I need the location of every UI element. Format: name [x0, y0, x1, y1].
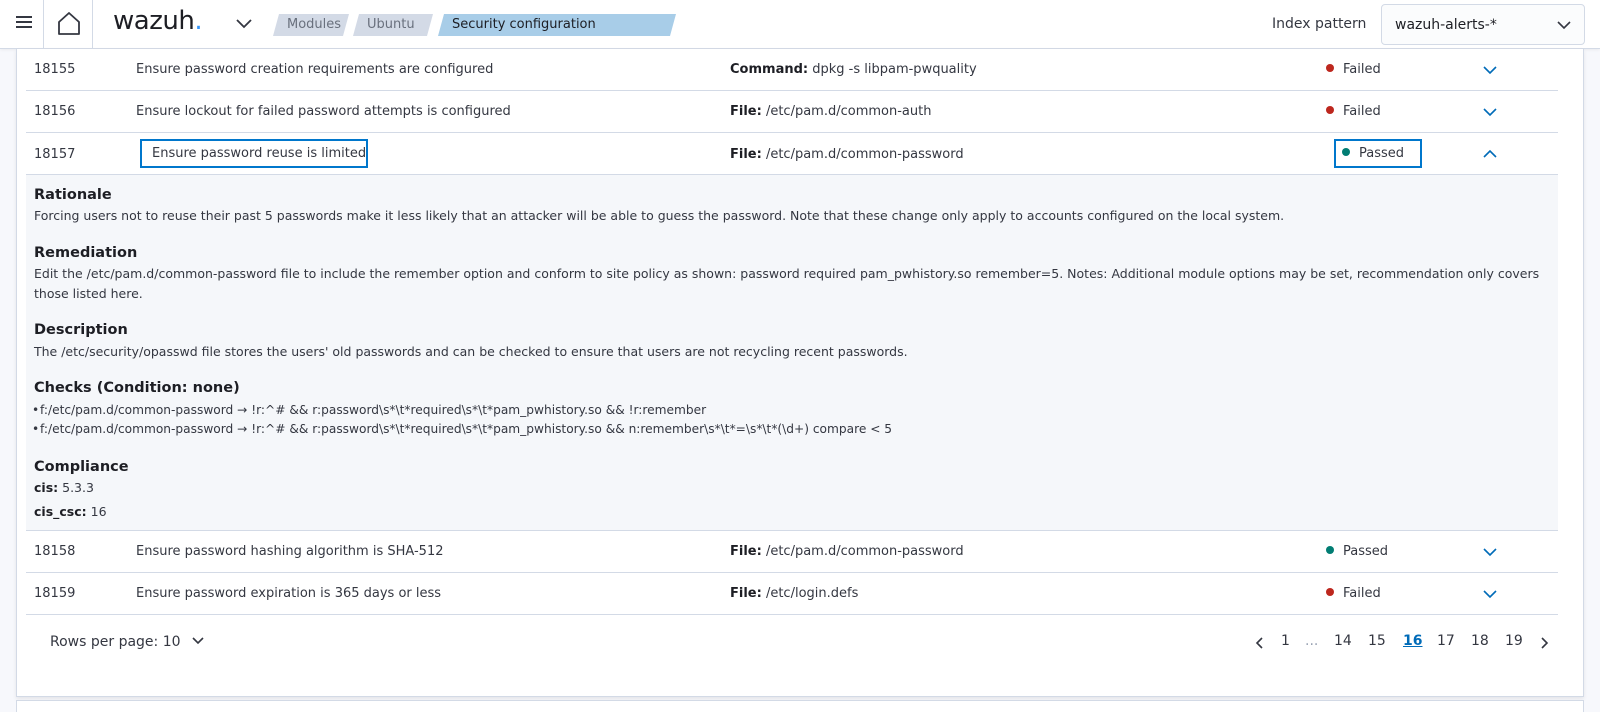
remediation-text-cont: those listed here. — [34, 286, 143, 301]
compliance-item: cis_csc: 16 — [34, 504, 107, 519]
status-dot — [1342, 148, 1350, 156]
check-title: Ensure password creation requirements ar… — [136, 62, 494, 77]
description-text: The /etc/security/opasswd file stores th… — [34, 344, 908, 359]
page-link[interactable]: 19 — [1505, 633, 1523, 649]
check-rule: f:/etc/pam.d/common-password → !r:^# && … — [32, 422, 892, 436]
compliance-heading: Compliance — [34, 459, 129, 475]
chevron-down-icon[interactable] — [1482, 546, 1498, 558]
chevron-down-icon[interactable] — [1482, 588, 1498, 600]
status-dot — [1326, 64, 1334, 72]
check-title: Ensure lockout for failed password attem… — [136, 104, 511, 119]
check-target: File: /etc/pam.d/common-auth — [730, 104, 932, 119]
table-row[interactable]: 18158 Ensure password hashing algorithm … — [26, 531, 1558, 573]
rationale-text: Forcing users not to reuse their past 5 … — [34, 208, 1285, 223]
remediation-heading: Remediation — [34, 245, 138, 261]
page-link[interactable]: 15 — [1368, 633, 1386, 649]
status-dot — [1326, 588, 1334, 596]
status-badge: Failed — [1326, 586, 1381, 601]
status-badge: Passed — [1334, 139, 1422, 168]
header-divider — [92, 0, 93, 49]
rows-per-page-select[interactable]: Rows per page: 10 — [50, 634, 205, 650]
check-target: File: /etc/login.defs — [730, 586, 859, 601]
wazuh-logo[interactable]: wazuh. — [113, 6, 203, 36]
breadcrumb-modules[interactable]: Modules — [273, 14, 349, 36]
top-header: wazuh. Modules Ubuntu Security configura… — [0, 0, 1600, 49]
next-panel-edge — [16, 700, 1584, 712]
breadcrumb-sca: Security configuration assessment i — [438, 14, 676, 36]
check-id: 18157 — [34, 147, 76, 162]
check-id: 18155 — [34, 62, 76, 77]
description-heading: Description — [34, 322, 128, 338]
previous-page-icon[interactable] — [1254, 636, 1266, 650]
remediation-text: Edit the /etc/pam.d/common-password file… — [34, 266, 1540, 281]
chevron-down-icon[interactable] — [234, 16, 254, 32]
breadcrumb-ubuntu[interactable]: Ubuntu — [353, 14, 433, 36]
menu-icon[interactable] — [12, 13, 36, 35]
index-pattern-label: Index pattern — [1272, 16, 1367, 32]
check-details: Rationale Forcing users not to reuse the… — [26, 175, 1558, 531]
check-title: Ensure password reuse is limited — [140, 139, 368, 168]
check-target: File: /etc/pam.d/common-password — [730, 544, 964, 559]
status-dot — [1326, 546, 1334, 554]
page-link[interactable]: 18 — [1471, 633, 1489, 649]
chevron-down-icon — [192, 637, 204, 645]
check-id: 18158 — [34, 544, 76, 559]
page-ellipsis: ... — [1305, 633, 1319, 649]
chevron-up-icon[interactable] — [1482, 148, 1498, 160]
table-row[interactable]: 18155 Ensure password creation requireme… — [26, 49, 1558, 91]
page-link[interactable]: 1 — [1281, 633, 1290, 649]
chevron-down-icon — [1557, 21, 1571, 30]
status-badge: Failed — [1326, 104, 1381, 119]
check-title: Ensure password expiration is 365 days o… — [136, 586, 442, 601]
status-badge: Passed — [1326, 544, 1388, 559]
chevron-down-icon[interactable] — [1482, 64, 1498, 76]
index-pattern-value: wazuh-alerts-* — [1395, 17, 1497, 33]
page-link[interactable]: 14 — [1334, 633, 1352, 649]
check-rule: f:/etc/pam.d/common-password → !r:^# && … — [32, 403, 706, 417]
header-divider — [43, 0, 44, 49]
page-link[interactable]: 17 — [1437, 633, 1455, 649]
check-id: 18159 — [34, 586, 76, 601]
check-title: Ensure password hashing algorithm is SHA… — [136, 544, 444, 559]
rationale-heading: Rationale — [34, 187, 112, 203]
status-dot — [1326, 106, 1334, 114]
compliance-item: cis: 5.3.3 — [34, 480, 94, 495]
status-badge: Failed — [1326, 62, 1381, 77]
next-page-icon[interactable] — [1538, 636, 1550, 650]
checks-heading: Checks (Condition: none) — [34, 380, 240, 396]
check-target: File: /etc/pam.d/common-password — [730, 147, 964, 162]
page-link-current[interactable]: 16 — [1403, 633, 1422, 649]
check-target: Command: dpkg -s libpam-pwquality — [730, 62, 977, 77]
home-icon[interactable] — [56, 10, 82, 36]
index-pattern-select[interactable]: wazuh-alerts-* — [1381, 4, 1585, 45]
check-id: 18156 — [34, 104, 76, 119]
chevron-down-icon[interactable] — [1482, 106, 1498, 118]
table-row-expanded[interactable]: 18157 Ensure password reuse is limited F… — [26, 133, 1558, 175]
table-row[interactable]: 18156 Ensure lockout for failed password… — [26, 91, 1558, 133]
table-row[interactable]: 18159 Ensure password expiration is 365 … — [26, 573, 1558, 615]
